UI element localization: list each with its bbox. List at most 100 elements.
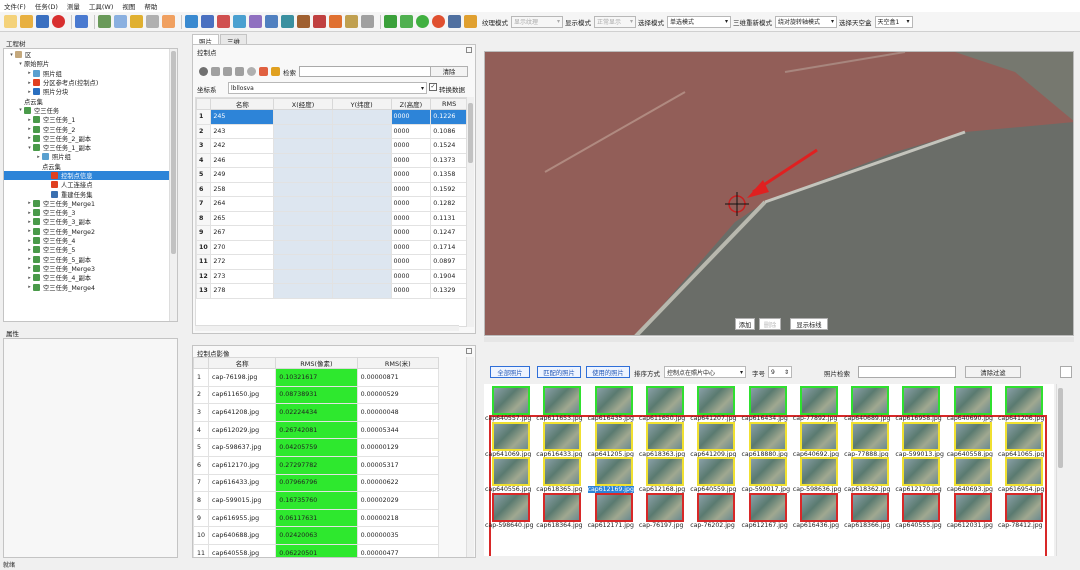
photo-thumbnail[interactable] <box>851 457 890 486</box>
show-line-button[interactable]: 显示标线 <box>790 318 828 330</box>
triangle-icon[interactable] <box>361 15 374 28</box>
photo-label[interactable]: cap612169.jpg <box>587 486 634 493</box>
photo-label[interactable]: cap-598640.jpg <box>485 522 534 529</box>
tree-item[interactable]: ▸ 照片组 <box>4 69 177 78</box>
tree-item[interactable]: ▾ 空三任务_1_副本 <box>4 143 177 152</box>
column-header[interactable]: RMS(像素) <box>275 357 358 369</box>
photo-label[interactable]: cap618365.jpg <box>536 486 582 493</box>
flag-icon[interactable] <box>271 67 280 76</box>
photo-label[interactable]: cap640559.jpg <box>690 486 736 493</box>
tree-item[interactable]: ▸ 分区参考点(控制点) <box>4 78 177 87</box>
photo-label[interactable]: cap616435.jpg <box>588 415 634 422</box>
photo-grid-scrollbar[interactable] <box>1056 384 1064 556</box>
tree-item[interactable]: ▸ 空三任务_4_副本 <box>4 273 177 282</box>
cp-hscrollbar[interactable] <box>195 325 459 331</box>
photo-thumbnail[interactable] <box>594 492 633 522</box>
fly-icon[interactable] <box>345 15 358 28</box>
expand-right-icon[interactable]: ▸ <box>26 265 33 271</box>
expand-right-icon[interactable]: ▸ <box>26 210 33 216</box>
scroll-thumb[interactable] <box>468 103 473 163</box>
tree-item[interactable]: ▾ 空三任务 <box>4 106 177 115</box>
color-icon[interactable] <box>217 15 230 28</box>
cp-clear-button[interactable]: 清除 <box>430 66 468 77</box>
export-icon[interactable] <box>265 15 278 28</box>
photo-label[interactable]: cap616958.jpg <box>895 415 941 422</box>
expand-right-icon[interactable]: ▸ <box>26 284 33 290</box>
photo-label[interactable]: cap611650.jpg <box>639 415 685 422</box>
sky-select[interactable]: 天空盒1 ▾ <box>874 15 913 28</box>
expand-right-icon[interactable]: ▸ <box>35 154 42 160</box>
brush-icon[interactable] <box>464 15 477 28</box>
tree-scrollbar[interactable] <box>169 49 177 321</box>
photo-thumbnail[interactable] <box>799 421 838 451</box>
expand-right-icon[interactable]: ▸ <box>26 275 33 281</box>
table-row[interactable]: 2 cap611650.jpg 0.08738931 0.00000529 <box>193 385 439 405</box>
table-row[interactable]: 7 264 0000 0.1282 <box>196 196 466 212</box>
tree-item[interactable]: ▸ 空三任务_Merge4 <box>4 282 177 292</box>
photo-search-input[interactable] <box>858 366 956 378</box>
display-mode-select[interactable]: 正常显示 ▾ <box>594 15 636 28</box>
photo-label[interactable]: cap640689.jpg <box>844 415 890 422</box>
all-photos-button[interactable]: 全部照片 <box>490 366 530 378</box>
tree-item[interactable]: 控制点信息 <box>4 170 177 181</box>
images-scrollbar[interactable] <box>466 357 474 557</box>
point-icon[interactable] <box>98 15 111 28</box>
photo-thumbnail[interactable] <box>953 421 992 451</box>
tree-item[interactable]: ▸ 空三任务_1 <box>4 115 177 124</box>
tree-item[interactable]: ▸ 空三任务_5 <box>4 245 177 254</box>
photo-thumbnail[interactable] <box>697 386 736 415</box>
photo-thumbnail[interactable] <box>594 457 633 486</box>
expand-right-icon[interactable]: ▸ <box>26 89 33 95</box>
refresh-icon[interactable] <box>247 67 256 76</box>
tree-item[interactable]: ▸ 空三任务_Merge2 <box>4 227 177 236</box>
table-row[interactable]: 4 cap612029.jpg 0.26742081 0.00005344 <box>193 420 439 440</box>
column-header[interactable]: 名称 <box>208 357 277 369</box>
menu-item[interactable]: 任务(D) <box>35 1 58 11</box>
table-row[interactable]: 7 cap616433.jpg 0.07966796 0.00000622 <box>193 473 439 493</box>
table-row[interactable]: 1 cap-76198.jpg 0.10321617 0.00000871 <box>193 368 439 387</box>
convert-checkbox[interactable]: ✓ <box>429 83 437 91</box>
photo-label[interactable]: cap641206.jpg <box>998 415 1044 422</box>
expand-right-icon[interactable]: ▸ <box>26 117 33 123</box>
photo-thumbnail[interactable] <box>953 457 992 486</box>
menu-item[interactable]: 测量 <box>67 1 80 11</box>
photo-thumbnail[interactable] <box>543 492 582 522</box>
photo-thumbnail[interactable] <box>1005 386 1043 415</box>
photo-label[interactable]: cap640558.jpg <box>947 451 993 458</box>
expand-right-icon[interactable]: ▸ <box>26 126 33 132</box>
table-row[interactable]: 1 245 0000 0.1226 <box>196 109 466 125</box>
texture-mode-select[interactable]: 显示纹理 ▾ <box>511 15 563 28</box>
photo-thumbnail[interactable] <box>748 492 787 522</box>
table-row[interactable]: 3 242 0000 0.1524 <box>196 138 466 154</box>
expand-down-icon[interactable]: ▾ <box>17 107 24 113</box>
photo-thumbnail[interactable] <box>953 386 992 415</box>
image-viewer[interactable]: 添加 删除 显示标线 <box>484 51 1074 336</box>
mesh-icon[interactable] <box>400 15 413 28</box>
project-tree[interactable]: ▾ 区 ▾ 原始照片 ▸ 照片组 ▸ 分区参考点(控制点) ▸ 照片分块 点云集 ▾ 空三任务 ▸ 空三任务… <box>3 48 178 322</box>
expand-down-icon[interactable]: ▾ <box>8 52 15 58</box>
close-icon[interactable] <box>52 15 65 28</box>
menu-item[interactable]: 文件(F) <box>4 1 26 11</box>
photo-label[interactable]: cap-599017.jpg <box>742 486 791 493</box>
photo-thumbnail[interactable] <box>492 386 530 415</box>
photo-label[interactable]: cap640693.jpg <box>947 486 993 493</box>
tree-item[interactable]: ▸ 空三任务_Merge1 <box>4 199 177 208</box>
photo-thumbnail[interactable] <box>543 457 582 486</box>
photo-label[interactable]: cap-78412.jpg <box>998 522 1043 529</box>
print-icon[interactable] <box>313 15 326 28</box>
table-row[interactable]: 9 cap616955.jpg 0.06117631 0.00000218 <box>193 508 439 528</box>
table-row[interactable]: 12 273 0000 0.1904 <box>196 268 466 284</box>
photo-thumbnail[interactable] <box>492 457 530 486</box>
photo-thumbnail[interactable] <box>645 457 684 486</box>
export-points-icon[interactable] <box>223 67 232 76</box>
photo-thumbnail[interactable] <box>851 386 890 415</box>
measure-line-icon[interactable] <box>114 15 127 28</box>
warning-icon[interactable] <box>432 15 445 28</box>
table-row[interactable]: 9 267 0000 0.1247 <box>196 225 466 241</box>
table-row[interactable]: 4 246 0000 0.1373 <box>196 152 466 168</box>
column-header[interactable]: 名称 <box>210 98 275 110</box>
photo-label[interactable]: cap-598636.jpg <box>793 486 842 493</box>
photo-thumbnail[interactable] <box>902 457 941 486</box>
tree-item[interactable]: ▸ 空三任务_2_副本 <box>4 134 177 143</box>
photo-thumbnail[interactable] <box>492 421 530 451</box>
